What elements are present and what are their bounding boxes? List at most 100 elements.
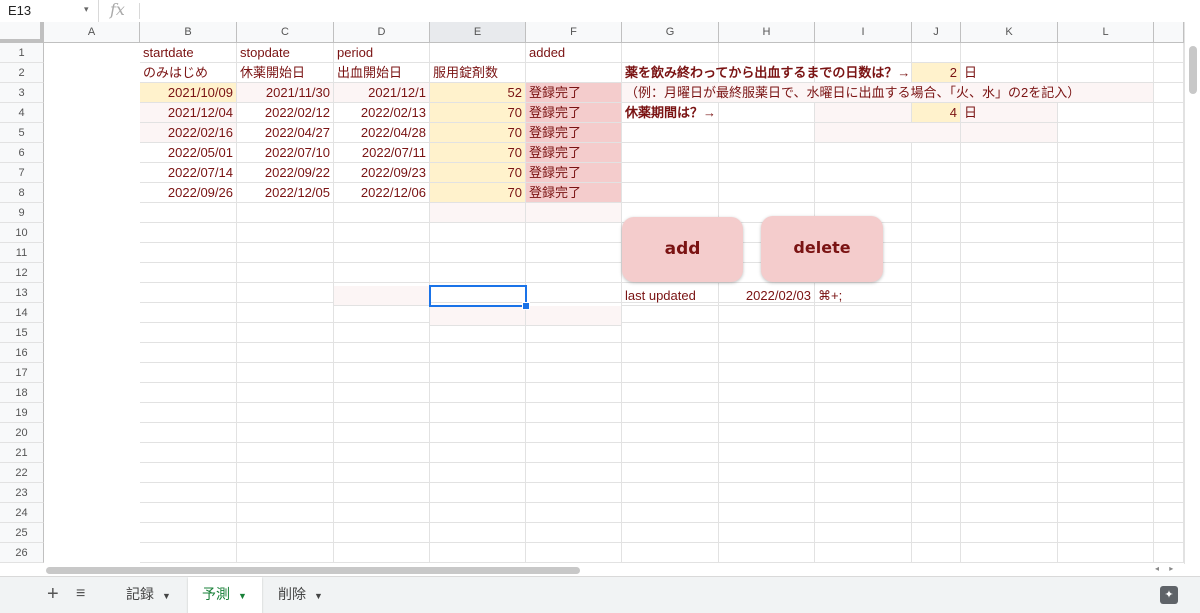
grid-cell[interactable] [961, 483, 1058, 503]
cell-f9[interactable] [526, 203, 622, 223]
row-header-19[interactable]: 19 [0, 403, 44, 423]
grid-cell[interactable] [912, 543, 961, 563]
row-header-25[interactable]: 25 [0, 523, 44, 543]
grid-cell[interactable] [912, 183, 961, 203]
grid-cell[interactable] [622, 323, 719, 343]
grid-cell[interactable] [815, 483, 912, 503]
cell-f1[interactable]: added [526, 43, 622, 63]
row-header-8[interactable]: 8 [0, 183, 44, 203]
grid-cell[interactable] [140, 423, 237, 443]
cell-g4-question[interactable]: 休薬期間は？→ [622, 103, 815, 123]
grid-cell[interactable] [622, 423, 719, 443]
cell-f7[interactable]: 登録完了 [526, 163, 622, 183]
column-header-e[interactable]: E [430, 22, 526, 43]
grid-cell[interactable] [430, 223, 526, 243]
grid-cell[interactable] [1058, 483, 1154, 503]
grid-cell[interactable] [622, 43, 719, 63]
grid-cell[interactable] [1058, 163, 1154, 183]
grid-cell[interactable] [140, 383, 237, 403]
grid-cell[interactable] [912, 423, 961, 443]
cell-e3[interactable]: 52 [430, 83, 526, 103]
cell-e8[interactable]: 70 [430, 183, 526, 203]
row-header-10[interactable]: 10 [0, 223, 44, 243]
cell-e2[interactable]: 服用錠剤数 [430, 63, 526, 83]
cell-g13-label[interactable]: last updated [622, 286, 719, 306]
grid-cell[interactable] [140, 323, 237, 343]
grid-cell[interactable] [237, 463, 334, 483]
grid-cell[interactable] [237, 303, 334, 323]
cell-c1[interactable]: stopdate [237, 43, 334, 63]
grid-cell[interactable] [1154, 63, 1184, 83]
selected-cell-e13[interactable] [429, 285, 527, 307]
grid-cell[interactable] [1058, 403, 1154, 423]
column-header-k[interactable]: K [961, 22, 1058, 43]
grid-cell[interactable] [719, 503, 815, 523]
grid-cell[interactable] [719, 143, 815, 163]
cell-b7[interactable]: 2022/07/14 [140, 163, 237, 183]
grid-cell[interactable] [334, 503, 430, 523]
grid-cell[interactable] [912, 323, 961, 343]
grid-cell[interactable] [961, 243, 1058, 263]
grid-cell[interactable] [815, 503, 912, 523]
grid-cell[interactable] [622, 143, 719, 163]
grid-cell[interactable] [961, 463, 1058, 483]
row-header-13[interactable]: 13 [0, 283, 44, 303]
column-header-l[interactable]: L [1058, 22, 1154, 43]
grid-cell[interactable] [815, 463, 912, 483]
grid-cell[interactable] [430, 403, 526, 423]
grid-cell[interactable] [237, 543, 334, 563]
grid-cell[interactable] [526, 543, 622, 563]
grid-cell[interactable] [961, 323, 1058, 343]
grid-cell[interactable] [961, 163, 1058, 183]
grid-cell[interactable] [430, 323, 526, 343]
column-header-b[interactable]: B [140, 22, 237, 43]
grid-cell[interactable] [1058, 143, 1154, 163]
grid-cell[interactable] [237, 263, 334, 283]
grid-cell[interactable] [961, 523, 1058, 543]
grid-cell[interactable] [334, 483, 430, 503]
grid-cell[interactable] [912, 463, 961, 483]
grid-cell[interactable] [526, 523, 622, 543]
grid-cell[interactable] [526, 463, 622, 483]
grid-cell[interactable] [1058, 203, 1154, 223]
cell-g3-example[interactable]: （例：月曜日が最終服薬日で、水曜日に出血する場合、「火、水」の2を記入） [622, 83, 1154, 103]
cell-e4[interactable]: 70 [430, 103, 526, 123]
select-all-corner[interactable] [0, 22, 44, 43]
grid-cell[interactable] [334, 463, 430, 483]
row-header-17[interactable]: 17 [0, 363, 44, 383]
grid-cell[interactable] [815, 423, 912, 443]
grid-cell[interactable] [334, 203, 430, 223]
row-header-1[interactable]: 1 [0, 43, 44, 63]
grid-cell[interactable] [1058, 343, 1154, 363]
grid-cell[interactable] [912, 483, 961, 503]
grid-cell[interactable] [961, 423, 1058, 443]
row-header-24[interactable]: 24 [0, 503, 44, 523]
grid-cell[interactable] [1058, 223, 1154, 243]
add-button[interactable]: add [622, 217, 743, 282]
row-header-14[interactable]: 14 [0, 303, 44, 323]
grid-cell[interactable] [622, 523, 719, 543]
grid-cell[interactable] [430, 503, 526, 523]
grid-cell[interactable] [912, 363, 961, 383]
cell-c8[interactable]: 2022/12/05 [237, 183, 334, 203]
column-header-i[interactable]: I [815, 22, 912, 43]
cell-j2-answer[interactable]: 2 [912, 63, 961, 83]
grid-cell[interactable] [961, 283, 1058, 303]
tab-sheet-2[interactable]: 予測 ▼ [188, 577, 262, 613]
grid-cell[interactable] [1058, 463, 1154, 483]
grid-cell[interactable] [237, 283, 334, 303]
grid-cell[interactable] [430, 343, 526, 363]
grid-cell[interactable] [526, 423, 622, 443]
grid-cell[interactable] [526, 343, 622, 363]
grid-cell[interactable] [719, 523, 815, 543]
grid-cell[interactable] [1058, 543, 1154, 563]
grid-cell[interactable] [719, 123, 815, 143]
grid-cell[interactable] [430, 43, 526, 63]
grid-cell[interactable] [1154, 403, 1184, 423]
column-header-a[interactable]: A [44, 22, 140, 43]
grid-cell[interactable] [912, 43, 961, 63]
grid-cell[interactable] [961, 403, 1058, 423]
row-header-26[interactable]: 26 [0, 543, 44, 563]
grid-cell[interactable] [334, 263, 430, 283]
grid-cell[interactable] [719, 383, 815, 403]
